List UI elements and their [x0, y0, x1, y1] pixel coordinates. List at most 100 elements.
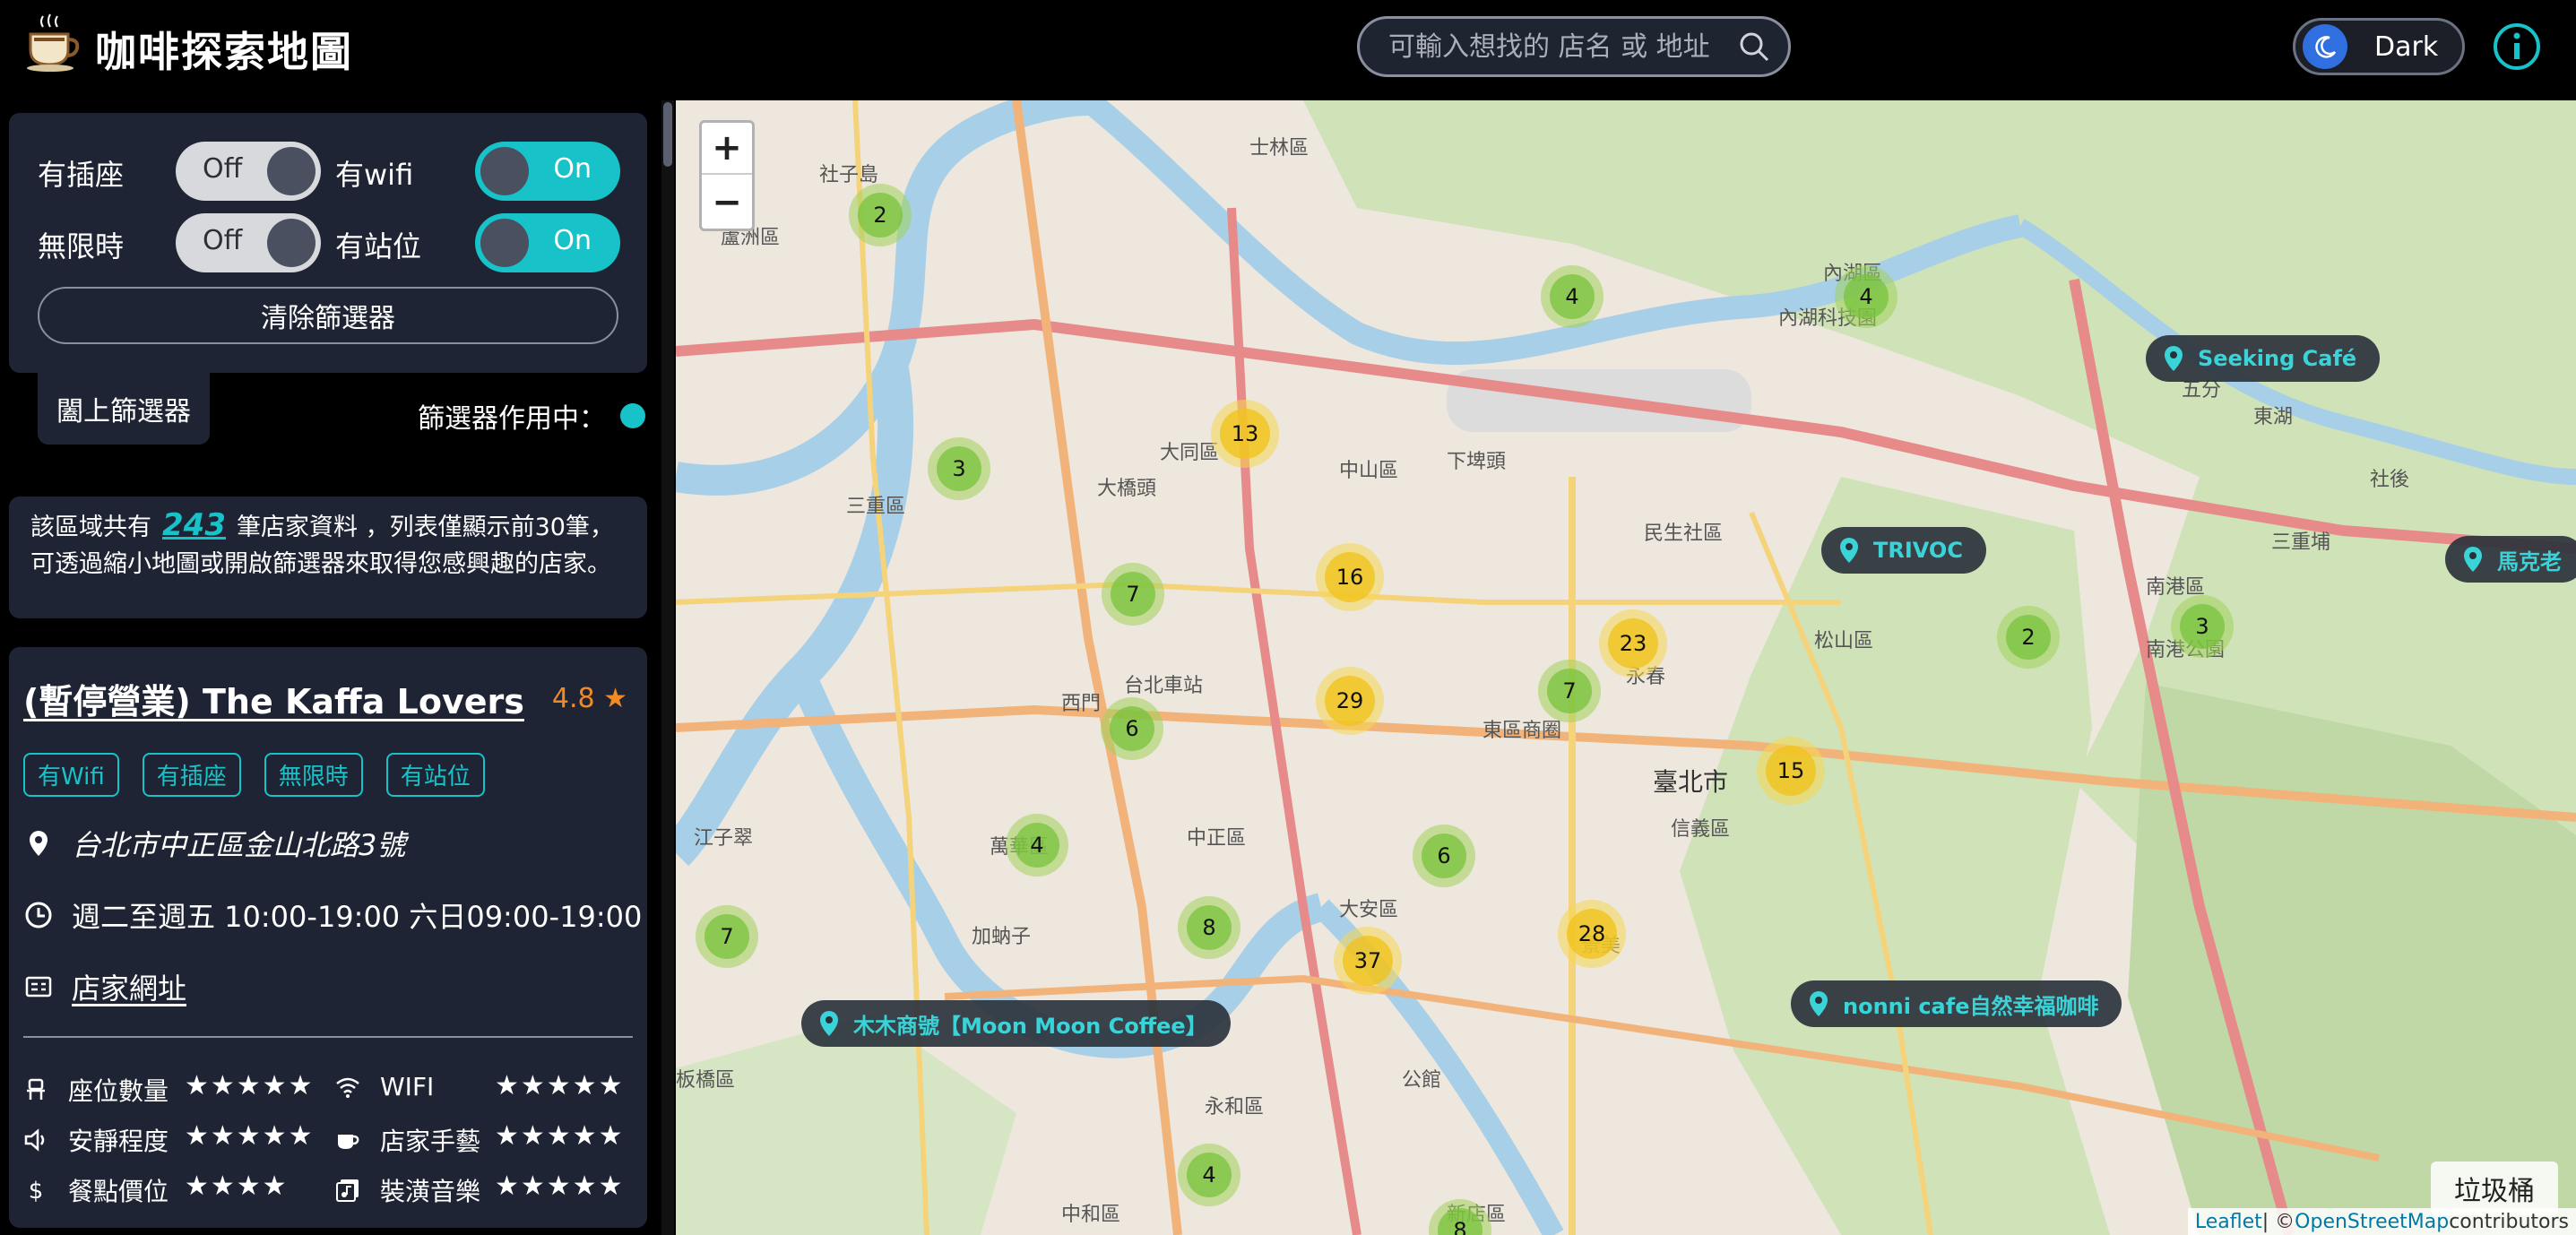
toggle-knob	[480, 147, 529, 195]
close-filters-button[interactable]: 闔上篩選器	[38, 373, 210, 445]
search-icon[interactable]	[1738, 30, 1770, 63]
shop-tags: 有Wifi 有插座 無限時 有站位	[23, 753, 485, 797]
stat-stars: ★★★★★	[495, 1120, 625, 1152]
map[interactable]: 社子島 士林區 內湖科技園 內湖區 大同區 中山區 民生社區 松山區 南港區 中…	[676, 100, 2576, 1235]
trash-button[interactable]: 垃圾桶	[2431, 1162, 2558, 1215]
place-name: nonni cafe自然幸福咖啡	[1843, 993, 2099, 1019]
map-cluster[interactable]: 37	[1334, 927, 1402, 995]
place-marker-nonni-cafe[interactable]: nonni cafe自然幸福咖啡	[1791, 980, 2122, 1027]
map-cluster[interactable]: 2	[1997, 606, 2060, 669]
map-pin-icon	[2165, 346, 2183, 371]
zoom-in-button[interactable]: +	[702, 123, 752, 175]
coffee-cup-icon	[338, 1135, 359, 1149]
place-name: 木木商號【Moon Moon Coffee】	[853, 1013, 1207, 1039]
cluster-count: 2	[2006, 615, 2051, 660]
standing-toggle[interactable]: On	[475, 213, 620, 272]
stat-label: 裝潢音樂	[380, 1177, 481, 1206]
map-label: 信義區	[1671, 818, 1730, 841]
theme-toggle[interactable]: Dark	[2293, 18, 2465, 75]
map-cluster[interactable]: 13	[1211, 400, 1279, 468]
cluster-count: 15	[1766, 746, 1816, 796]
shop-card[interactable]: (暫停營業) The Kaffa Lovers 4.8 ★ 有Wifi 有插座 …	[9, 647, 647, 1228]
leaflet-link[interactable]: Leaflet	[2195, 1211, 2262, 1233]
place-marker-seeking-cafe[interactable]: Seeking Café	[2146, 335, 2381, 382]
filter-active-label: 篩選器作用中：	[418, 403, 606, 435]
map-label: 民生社區	[1644, 522, 1723, 545]
summary-prefix: 該區域共有	[30, 514, 151, 541]
place-name: TRIVOC	[1873, 538, 1963, 563]
map-cluster[interactable]: 4	[1178, 1144, 1240, 1206]
list-scrollbar[interactable]	[661, 100, 674, 1235]
map-label: 臺北市	[1653, 767, 1728, 797]
filter-label-socket: 有插座	[38, 158, 125, 192]
clock-icon	[25, 902, 52, 928]
map-cluster[interactable]: 16	[1316, 543, 1384, 611]
map-cluster[interactable]: 23	[1599, 609, 1667, 678]
cluster-count: 28	[1567, 909, 1617, 959]
place-marker-trivoc[interactable]: TRIVOC	[1821, 527, 1986, 574]
map-cluster[interactable]: 6	[1101, 697, 1163, 760]
socket-toggle[interactable]: Off	[176, 142, 321, 201]
map-cluster[interactable]: 3	[928, 437, 990, 500]
map-label: 大橋頭	[1097, 478, 1156, 500]
shop-hours-row: 週二至週五 10:00-19:00 六日09:00-19:00	[23, 894, 642, 936]
map-cluster[interactable]: 2	[849, 184, 912, 246]
info-icon[interactable]	[2492, 22, 2542, 72]
result-summary: 該區域共有 243 筆店家資料 ，列表僅顯示前30筆，可透過縮小地圖或開啟篩選器來取…	[9, 497, 647, 618]
stat-stars: ★★★★★	[495, 1170, 625, 1202]
place-marker-moon-moon-coffee[interactable]: 木木商號【Moon Moon Coffee】	[801, 1000, 1231, 1047]
theme-label: Dark	[2374, 30, 2439, 63]
stat-label: WIFI	[380, 1072, 435, 1101]
place-marker-mark[interactable]: 馬克老	[2445, 536, 2576, 583]
map-label: 西門	[1061, 693, 1101, 715]
search-bar[interactable]	[1357, 16, 1791, 77]
toggle-state: On	[553, 225, 592, 256]
map-label: 五分	[2182, 379, 2221, 402]
zoom-out-button[interactable]: −	[702, 177, 752, 229]
tag-wifi: 有Wifi	[23, 753, 119, 797]
map-label: 公館	[1402, 1069, 1441, 1092]
clear-filters-button[interactable]: 清除篩選器	[38, 287, 618, 344]
shop-rating: 4.8 ★	[551, 683, 627, 714]
map-cluster[interactable]: 7	[696, 905, 758, 968]
no-limit-toggle[interactable]: Off	[176, 213, 321, 272]
attribution-contrib: contributors	[2449, 1210, 2569, 1233]
map-label: 大安區	[1339, 899, 1398, 921]
map-cluster[interactable]: 6	[1413, 825, 1475, 887]
filter-label-wifi: 有wifi	[335, 158, 414, 192]
cluster-count: 8	[1438, 1208, 1482, 1235]
map-cluster[interactable]: 3	[2171, 595, 2234, 658]
osm-link[interactable]: OpenStreetMap	[2295, 1211, 2449, 1233]
filter-active-dot	[620, 403, 645, 428]
map-cluster[interactable]: 4	[1541, 265, 1604, 328]
stat-seats: 座位數量	[23, 1072, 169, 1108]
cluster-count: 7	[705, 914, 749, 959]
map-cluster[interactable]: 28	[1558, 900, 1626, 968]
map-cluster[interactable]: 15	[1757, 737, 1825, 805]
search-input[interactable]	[1388, 30, 1738, 63]
zoom-control: + −	[699, 120, 755, 231]
cluster-count: 29	[1325, 676, 1375, 726]
map-cluster[interactable]: 7	[1538, 660, 1601, 722]
wifi-toggle[interactable]: On	[475, 142, 620, 201]
map-pin-icon	[820, 1011, 838, 1036]
map-label: 台北車站	[1124, 675, 1203, 697]
shop-website-row[interactable]: 店家網址	[23, 966, 186, 1007]
map-label: 中和區	[1061, 1204, 1120, 1226]
cluster-count: 6	[1110, 706, 1154, 751]
scrollbar-thumb[interactable]	[663, 102, 672, 167]
map-label: 東湖	[2253, 406, 2293, 428]
map-cluster[interactable]: 8	[1178, 896, 1240, 959]
map-cluster[interactable]: 4	[1006, 814, 1068, 877]
shop-name[interactable]: (暫停營業) The Kaffa Lovers	[23, 674, 524, 723]
filter-label-no-limit: 無限時	[38, 229, 125, 263]
map-label: 永和區	[1205, 1096, 1264, 1118]
map-cluster[interactable]: 4	[1835, 265, 1897, 328]
place-name: Seeking Café	[2198, 346, 2357, 371]
stat-price: $ 餐點價位	[23, 1172, 169, 1208]
map-cluster[interactable]: 29	[1316, 667, 1384, 735]
stat-wifi: WIFI	[335, 1072, 434, 1101]
shop-website-link[interactable]: 店家網址	[72, 966, 186, 1007]
toggle-knob	[267, 219, 316, 267]
map-cluster[interactable]: 7	[1102, 563, 1164, 626]
